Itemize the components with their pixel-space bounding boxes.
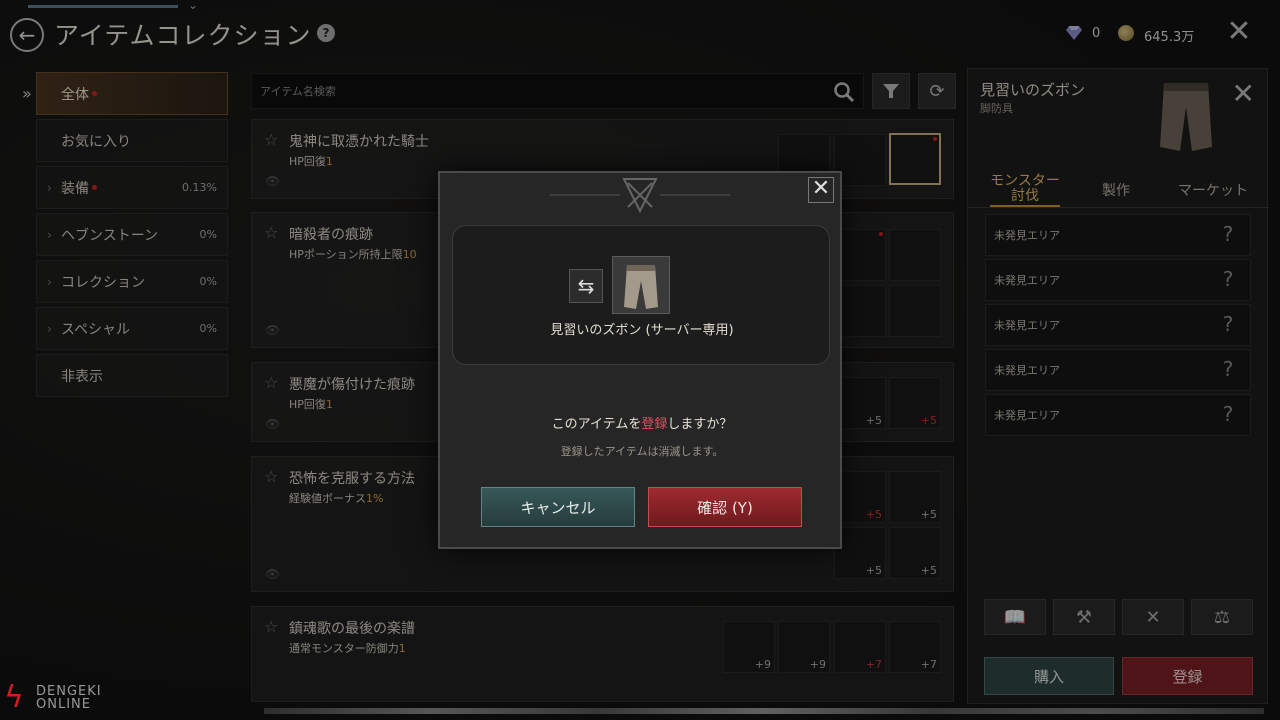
dengeki-online-watermark: ϟ DENGEKI ONLINE: [4, 681, 124, 717]
item-thumbnail: [612, 256, 670, 314]
watermark-text: DENGEKI ONLINE: [36, 684, 102, 712]
modal-item-name: 見習いのズボン (サーバー専用): [550, 323, 734, 338]
item-preview-box: ⇆ 見習いのズボン (サーバー専用): [452, 225, 830, 365]
confirm-button[interactable]: 確認 (Y): [648, 487, 802, 527]
close-icon[interactable]: ✕: [808, 177, 834, 203]
cancel-button[interactable]: キャンセル: [481, 487, 635, 527]
confirm-question: このアイテムを登録しますか？: [551, 417, 733, 432]
swap-arrows-icon: ⇆: [569, 269, 603, 303]
register-confirm-dialog: ✕ ⇆ 見習いのズボン (サーバー専用) このアイテムを登録しますか？ 登録した…: [438, 171, 842, 549]
crest-emblem-icon: [550, 178, 730, 213]
pants-icon: [624, 265, 658, 309]
bottom-bar: [264, 708, 1264, 714]
lightning-logo-icon: ϟ: [4, 680, 24, 715]
confirm-note: 登録したアイテムは消滅します。: [560, 445, 724, 458]
